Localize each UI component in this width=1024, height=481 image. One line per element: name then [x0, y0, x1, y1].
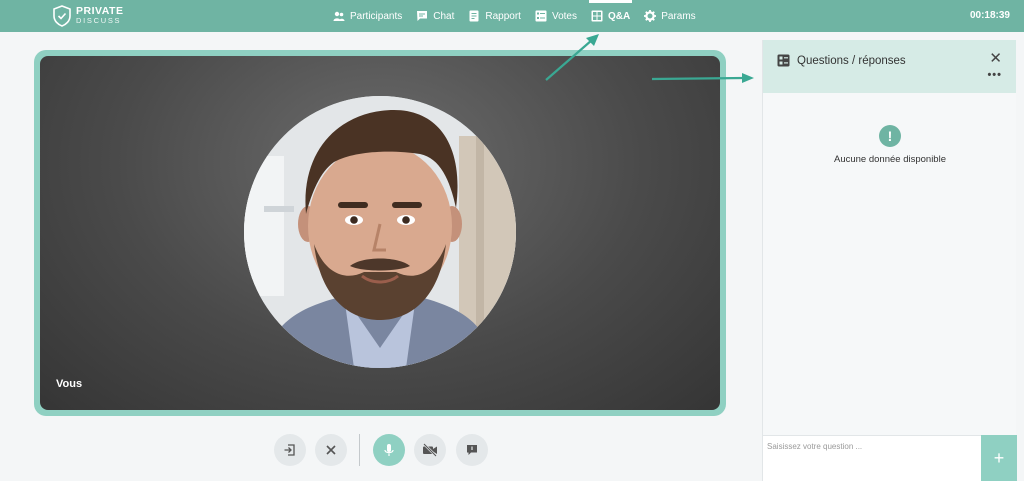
nav-params[interactable]: Params	[644, 0, 696, 32]
nav-rapport[interactable]: Rapport	[468, 0, 521, 32]
participant-name-label: Vous	[56, 378, 83, 390]
gear-icon	[644, 10, 657, 22]
microphone-icon	[384, 444, 394, 456]
nav-qa-label: Q&A	[607, 10, 631, 22]
shield-logo-icon	[53, 5, 71, 27]
video-area: Vous	[40, 56, 720, 410]
nav-chat-label: Chat	[433, 10, 455, 22]
empty-state-text: Aucune donnée disponible	[834, 154, 946, 165]
votes-icon	[535, 10, 547, 22]
nav-rapport-label: Rapport	[485, 10, 521, 22]
nav-votes[interactable]: Votes	[535, 0, 577, 32]
nav-qa[interactable]: Q&A	[588, 0, 633, 32]
nav-participants[interactable]: Participants	[333, 0, 402, 32]
close-icon	[326, 445, 336, 455]
end-call-button[interactable]	[315, 434, 347, 466]
session-timer: 00:18:39	[969, 10, 1010, 21]
panel-close-button[interactable]: ✕	[989, 51, 1002, 66]
nav-votes-label: Votes	[551, 10, 577, 22]
video-tile[interactable]: Vous	[34, 50, 726, 416]
brand-name-line2: DISCUSS	[76, 16, 122, 25]
microphone-toggle[interactable]	[373, 434, 405, 466]
exit-icon	[284, 444, 295, 456]
call-controls	[0, 434, 760, 468]
message-icon	[467, 445, 477, 455]
panel-title: Questions / réponses	[797, 55, 906, 67]
users-icon	[333, 11, 345, 21]
nav-chat[interactable]: Chat	[416, 0, 454, 32]
leave-button[interactable]	[274, 434, 306, 466]
nav-params-label: Params	[661, 10, 696, 22]
divider	[359, 434, 360, 466]
nav-participants-label: Participants	[350, 10, 403, 22]
qa-icon	[591, 10, 603, 22]
camera-off-icon	[423, 443, 437, 457]
top-bar: PRIVATE DISCUSS Participants Chat Rappor…	[0, 0, 1024, 32]
camera-toggle[interactable]	[414, 434, 446, 466]
person-portrait-icon	[244, 96, 516, 368]
more-options-icon[interactable]: •••	[987, 70, 1002, 81]
participant-avatar	[244, 96, 516, 368]
message-button[interactable]	[456, 434, 488, 466]
main-nav: Participants Chat Rapport Votes Q&A Para…	[333, 0, 710, 32]
info-icon: !	[879, 125, 901, 147]
add-question-button[interactable]: +	[981, 435, 1017, 481]
brand-logo[interactable]: PRIVATE DISCUSS	[52, 5, 132, 27]
panel-header: Questions / réponses ✕ •••	[763, 40, 1016, 93]
qa-panel: Questions / réponses ✕ ••• ! Aucune donn…	[762, 40, 1017, 481]
arrow-head-qa	[586, 34, 599, 46]
report-icon	[469, 10, 479, 22]
question-input[interactable]: Saisissez votre question ...	[763, 435, 981, 481]
arrow-head-panel	[742, 73, 754, 83]
qa-panel-icon	[777, 54, 790, 67]
chat-icon	[417, 11, 428, 21]
